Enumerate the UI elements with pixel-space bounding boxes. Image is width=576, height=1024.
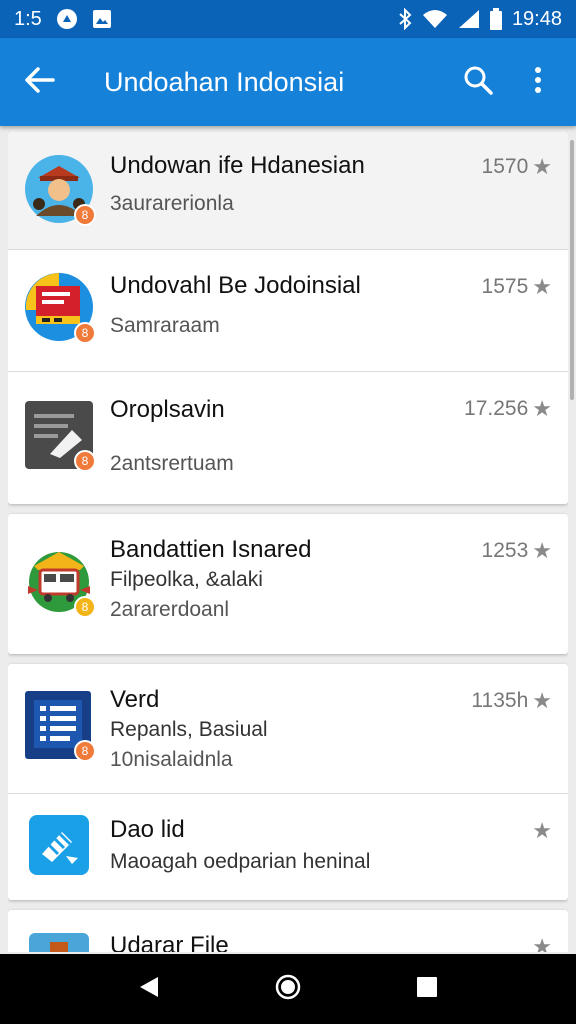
nav-back-icon (138, 975, 160, 1004)
more-options-button[interactable] (508, 38, 568, 126)
back-button[interactable] (0, 38, 80, 126)
rating-count: 1135h (471, 689, 529, 712)
list-document-icon: 8 (24, 690, 96, 762)
flag-book-icon: 8 (24, 272, 96, 344)
nav-back-button[interactable] (119, 959, 179, 1019)
notification-badge: 8 (74, 450, 96, 472)
app-name: Udarar File (110, 932, 229, 952)
landscape-icon (28, 932, 90, 952)
status-bar: 1:5 19:48 (0, 0, 576, 38)
page-title: Undoahan Indonsiai (104, 66, 345, 97)
nav-home-button[interactable] (258, 959, 318, 1019)
star-icon[interactable]: ★ (532, 688, 552, 714)
star-icon[interactable]: ★ (532, 818, 552, 844)
app-bar: Undoahan Indonsiai (0, 38, 576, 126)
photo-notification-icon (92, 9, 112, 29)
bus-emblem-icon: 8 (24, 546, 96, 618)
star-icon[interactable]: ★ (532, 934, 552, 952)
scrollbar[interactable] (570, 140, 574, 400)
bluetooth-icon (398, 8, 412, 30)
star-icon[interactable]: ★ (532, 274, 552, 300)
list-item[interactable]: 8 Oroplsavin 2antsrertuam 17.256 ★ (8, 372, 568, 504)
person-avatar-icon: 8 (24, 154, 96, 226)
list-item[interactable]: Udarar File ★ (8, 910, 568, 952)
search-icon (463, 65, 493, 100)
app-detail: 10nisalaidnla (110, 748, 233, 771)
star-icon[interactable]: ★ (532, 154, 552, 180)
notification-badge: 8 (74, 322, 96, 344)
battery-icon (489, 8, 502, 30)
search-button[interactable] (448, 38, 508, 126)
list-card: 8 Undowan ife Hdanesian 3aurarerionla 15… (8, 132, 568, 504)
nav-recents-icon (416, 976, 438, 1003)
status-left-text: 1:5 (14, 7, 42, 30)
app-subtitle: 3aurarerionla (110, 192, 234, 215)
navigation-bar (0, 954, 576, 1024)
more-vert-icon (534, 66, 542, 99)
app-name: Dao lid (110, 816, 185, 843)
list-card: 8 Verd Repanls, Basiual 10nisalaidnla 11… (8, 664, 568, 900)
star-icon[interactable]: ★ (532, 396, 552, 422)
app-subtitle: Maoagah oedparian heninal (110, 850, 371, 873)
wifi-icon (422, 9, 448, 29)
app-subtitle: Repanls, Basiual (110, 718, 268, 741)
notification-badge: 8 (74, 740, 96, 762)
rating-count: 1570 (481, 155, 529, 178)
rating-count: 1575 (481, 275, 529, 298)
nav-home-icon (275, 974, 301, 1005)
nav-recents-button[interactable] (397, 959, 457, 1019)
list-card: 8 Bandattien Isnared Filpeolka, &alaki 2… (8, 514, 568, 654)
signal-icon (458, 9, 480, 29)
list-item[interactable]: Dao lid Maoagah oedparian heninal ★ (8, 794, 568, 900)
list-item[interactable]: 8 Bandattien Isnared Filpeolka, &alaki 2… (8, 514, 568, 654)
list-item[interactable]: 8 Verd Repanls, Basiual 10nisalaidnla 11… (8, 664, 568, 794)
app-detail: 2ararerdoanl (110, 598, 230, 621)
document-edit-icon: 8 (24, 400, 96, 472)
app-subtitle: 2antsrertuam (110, 452, 234, 475)
rating-count: 17.256 (464, 397, 529, 420)
notification-badge: 8 (74, 596, 96, 618)
notification-badge: 8 (74, 204, 96, 226)
tools-icon (28, 814, 90, 876)
status-time: 19:48 (511, 7, 562, 30)
list-card: Udarar File ★ (8, 910, 568, 952)
star-icon[interactable]: ★ (532, 538, 552, 564)
list-item[interactable]: 8 Undovahl Be Jodoinsial Samraraam 1575 … (8, 250, 568, 372)
app-subtitle: Samraraam (110, 314, 220, 337)
list-item[interactable]: 8 Undowan ife Hdanesian 3aurarerionla 15… (8, 132, 568, 250)
app-notification-icon (56, 8, 78, 30)
rating-count: 1253 (481, 539, 529, 562)
app-subtitle: Filpeolka, &alaki (110, 568, 263, 591)
app-list: 8 Undowan ife Hdanesian 3aurarerionla 15… (8, 132, 568, 952)
back-arrow-icon (25, 66, 55, 98)
